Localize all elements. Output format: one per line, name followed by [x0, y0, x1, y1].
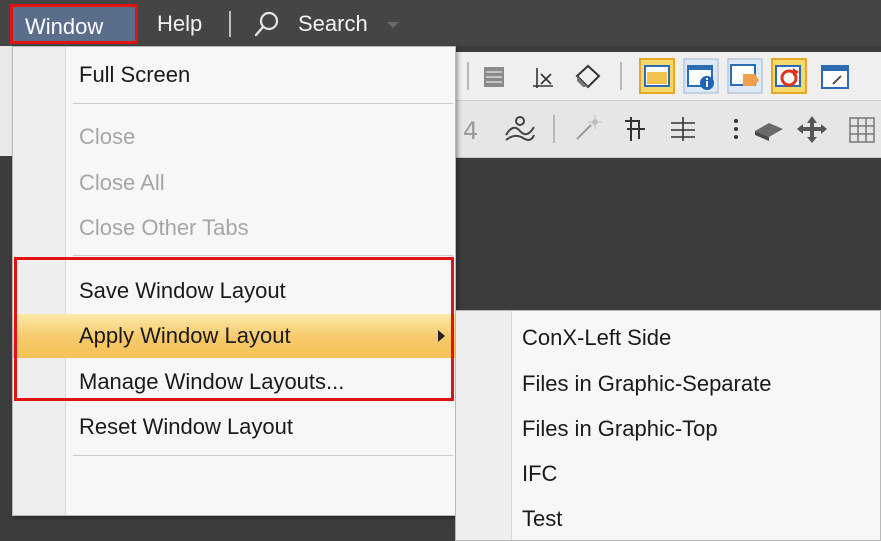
menu-item-close[interactable]: Close — [13, 115, 455, 159]
window-settings-icon[interactable] — [819, 58, 855, 94]
menu-item-label: Close — [79, 124, 136, 149]
submenu-item-label: Test — [522, 506, 563, 531]
menu-window[interactable]: Window — [10, 4, 138, 44]
menu-item-label: Close All — [79, 170, 165, 195]
menu-item-save-window-layout[interactable]: Save Window Layout — [13, 269, 455, 313]
hatch-tool-icon[interactable] — [619, 113, 653, 145]
eraser-icon[interactable] — [573, 62, 603, 92]
submenu-item-test[interactable]: Test — [456, 497, 880, 541]
toolbar-edge — [0, 46, 12, 156]
grip-icon[interactable] — [731, 115, 741, 145]
menu-separator — [73, 455, 453, 456]
window-menu-dropdown: Full Screen Close Close All Close Other … — [12, 46, 456, 516]
dimension-tool-icon[interactable] — [667, 113, 701, 145]
menu-separator — [73, 255, 453, 256]
menu-item-manage-window-layouts[interactable]: Manage Window Layouts... — [13, 360, 455, 404]
menu-item-close-all[interactable]: Close All — [13, 161, 455, 205]
menu-item-label: Save Window Layout — [79, 278, 286, 303]
window-info-icon[interactable] — [683, 58, 719, 94]
toolbar-separator — [467, 62, 469, 90]
submenu-item-label: ConX-Left Side — [522, 325, 672, 350]
menu-item-label: Reset Window Layout — [79, 414, 293, 439]
list-icon[interactable] — [481, 64, 507, 90]
terrain-icon[interactable] — [503, 113, 537, 145]
menu-item-close-other-tabs[interactable]: Close Other Tabs — [13, 206, 455, 250]
menu-separator — [73, 103, 453, 104]
toolbar-separator — [553, 115, 555, 143]
apply-layout-submenu: ConX-Left Side Files in Graphic-Separate… — [455, 310, 881, 541]
search-icon[interactable] — [253, 10, 281, 38]
menu-item-full-screen[interactable]: Full Screen — [13, 53, 455, 97]
grid-tool-icon[interactable] — [847, 115, 877, 145]
submenu-item-conx-left-side[interactable]: ConX-Left Side — [456, 316, 880, 360]
rotate-tool-icon[interactable] — [795, 113, 829, 145]
toolbar-row-2: 4 — [455, 101, 881, 158]
move-tool-icon[interactable] — [751, 115, 787, 145]
submenu-item-files-in-graphic-separate[interactable]: Files in Graphic-Separate — [456, 362, 880, 406]
menu-item-label: Manage Window Layouts... — [79, 369, 345, 394]
menu-bar: Window Help Search — [0, 0, 881, 46]
menu-item-apply-window-layout[interactable]: Apply Window Layout — [13, 314, 455, 358]
search-dropdown-arrow-icon[interactable] — [387, 22, 399, 28]
submenu-arrow-icon — [438, 330, 445, 342]
sparkle-tool-icon[interactable] — [573, 113, 607, 145]
window-refresh-icon[interactable] — [771, 58, 807, 94]
menu-help[interactable]: Help — [145, 7, 214, 41]
search-button[interactable]: Search — [298, 7, 368, 41]
menu-item-label: Close Other Tabs — [79, 215, 249, 240]
toolbar-row-1 — [455, 52, 881, 101]
number-four-icon[interactable]: 4 — [459, 115, 485, 145]
window-tag-icon[interactable] — [727, 58, 763, 94]
toolbar-separator — [620, 62, 622, 90]
menu-item-reset-window-layout[interactable]: Reset Window Layout — [13, 405, 455, 449]
axis-icon[interactable] — [527, 62, 557, 92]
svg-text:4: 4 — [463, 117, 478, 145]
menu-item-label: Full Screen — [79, 62, 191, 87]
submenu-item-files-in-graphic-top[interactable]: Files in Graphic-Top — [456, 407, 880, 451]
submenu-item-ifc[interactable]: IFC — [456, 452, 880, 496]
submenu-item-label: Files in Graphic-Top — [522, 416, 718, 441]
menu-item-label: Apply Window Layout — [79, 323, 291, 348]
menubar-separator — [229, 11, 231, 37]
submenu-item-label: IFC — [522, 461, 558, 486]
submenu-item-label: Files in Graphic-Separate — [522, 371, 772, 396]
window-folder-icon[interactable] — [639, 58, 675, 94]
